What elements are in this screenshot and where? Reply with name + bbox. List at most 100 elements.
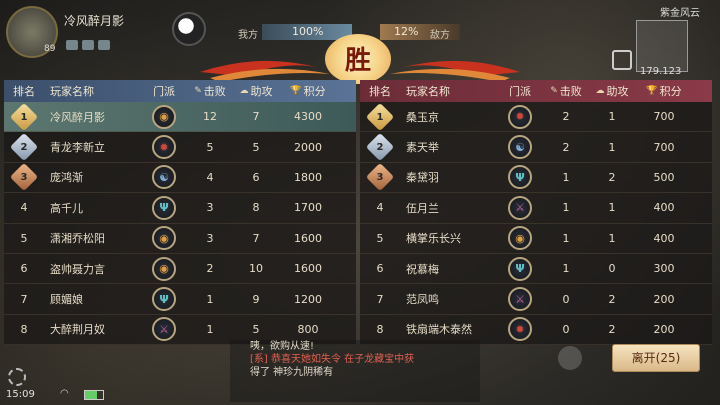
exit-icon[interactable] <box>612 50 632 70</box>
our-side-label: 我方 <box>238 30 258 41</box>
kills-cell: 1 <box>562 170 570 184</box>
score-icon: 🏆 <box>646 86 658 96</box>
meditate-icon[interactable] <box>558 346 582 370</box>
player-row[interactable]: 7 范凤鸣 ⚔ 0 2 200 <box>360 284 712 315</box>
player-row[interactable]: 3 秦黛羽 Ψ 1 2 500 <box>360 162 712 194</box>
zone-name: 紫金风云 <box>660 8 700 19</box>
clock: 15:09 <box>6 389 35 400</box>
player-name-cell: 大醉荆月奴 <box>50 323 105 337</box>
score-cell: 4300 <box>294 110 322 124</box>
header-kills-label: 击败 <box>203 85 226 98</box>
header-score-label: 积分 <box>303 85 326 98</box>
rank-value: 8 <box>20 322 28 336</box>
assists-cell: 9 <box>252 292 260 306</box>
rank-value: 7 <box>20 292 28 306</box>
player-row[interactable]: 4 伍月兰 ⚔ 1 1 400 <box>360 193 712 224</box>
rank-value: 6 <box>20 262 28 276</box>
header-score: 🏆 积分 <box>278 83 338 99</box>
player-name-cell: 横掌乐长兴 <box>406 232 461 246</box>
score-cell: 2000 <box>294 140 322 154</box>
sect-yinyang-icon: ☯ <box>508 135 532 160</box>
player-row[interactable]: 5 横掌乐长兴 ◉ 1 1 400 <box>360 223 712 254</box>
rank-cell: 7 <box>360 293 400 306</box>
player-row[interactable]: 6 盗帅聂力言 ◉ 2 10 1600 <box>4 253 356 285</box>
kills-cell: 4 <box>206 170 214 184</box>
player-row[interactable]: 1 冷风醉月影 ◉ 12 7 4300 <box>4 102 356 133</box>
rank-value: 8 <box>376 322 384 336</box>
chat-line: [系] 恭喜天她如失令 在子龙藏宝中获 <box>250 354 415 365</box>
assists-cell: 7 <box>252 110 260 124</box>
sect-sun-icon: ◉ <box>152 226 176 251</box>
player-name-cell: 素天举 <box>406 141 439 155</box>
player-name-cell: 庞鸿渐 <box>50 171 83 185</box>
player-row[interactable]: 3 庞鸿渐 ☯ 4 6 1800 <box>4 162 356 194</box>
header-assists: ☁ 助攻 <box>234 83 278 99</box>
rank-value: 1 <box>20 111 28 123</box>
header-assists-label: 助攻 <box>250 85 273 98</box>
kills-cell: 1 <box>562 201 570 215</box>
player-name-cell: 高千儿 <box>50 201 83 215</box>
player-row[interactable]: 2 素天举 ☯ 2 1 700 <box>360 132 712 163</box>
header-sect-label: 门派 <box>153 85 175 98</box>
our-team-table: 排名 玩家名称 门派 ✎ 击败 ☁ 助攻 🏆 积分 1 冷风醉月影 ◉ 12 7 4300 2 青龙李新立 ✹ 5 5… <box>4 80 356 346</box>
sect-cell: ◉ <box>142 256 186 281</box>
rank-medal-icon: 1 <box>9 102 39 131</box>
wifi-icon: ◠ <box>60 388 69 399</box>
target-avatar[interactable] <box>172 12 206 46</box>
score-cell: 1700 <box>294 201 322 215</box>
buff-icon[interactable] <box>82 40 94 50</box>
sect-cell: ☯ <box>498 135 542 160</box>
assists-cell: 2 <box>608 322 616 336</box>
player-row[interactable]: 4 高千儿 Ψ 3 8 1700 <box>4 193 356 224</box>
kills-cell: 5 <box>206 140 214 154</box>
buff-icon[interactable] <box>66 40 78 50</box>
rank-value: 2 <box>20 141 28 153</box>
leave-button[interactable]: 离开(25) <box>612 344 700 372</box>
rank-medal-icon: 2 <box>9 132 39 162</box>
player-row[interactable]: 2 青龙李新立 ✹ 5 5 2000 <box>4 132 356 163</box>
sect-flame-icon: ✹ <box>508 104 532 129</box>
minimap[interactable] <box>636 20 688 72</box>
player-name-cell: 桑玉京 <box>406 110 439 124</box>
rank-medal-icon: 2 <box>365 132 395 162</box>
rank-cell: 4 <box>4 201 44 214</box>
score-cell: 400 <box>653 231 675 245</box>
score-cell: 800 <box>297 322 319 336</box>
sect-trident-icon: Ψ <box>152 287 176 312</box>
kills-icon: ✎ <box>550 86 558 96</box>
player-level: 89 <box>44 44 56 54</box>
player-row[interactable]: 6 祝慕梅 Ψ 1 0 300 <box>360 253 712 285</box>
kills-icon: ✎ <box>194 86 202 96</box>
assists-cell: 1 <box>608 231 616 245</box>
rank-cell: 6 <box>360 262 400 275</box>
player-row[interactable]: 1 桑玉京 ✹ 2 1 700 <box>360 102 712 133</box>
header-assists: ☁ 助攻 <box>590 83 634 99</box>
rank-cell: 3 <box>4 163 44 192</box>
sect-flame-icon: ✹ <box>152 135 176 160</box>
score-cell: 700 <box>653 110 675 124</box>
buff-icon[interactable] <box>98 40 110 50</box>
header-name-label: 玩家名称 <box>406 85 450 98</box>
chat-panel[interactable]: 咦，欲购从速! [系] 恭喜天她如失令 在子龙藏宝中获 得了 神珍九阴稀有 <box>230 340 480 402</box>
score-cell: 200 <box>653 322 675 336</box>
kills-cell: 3 <box>206 201 214 215</box>
header-sect: 门派 <box>498 83 542 99</box>
player-name-cell: 顾媚娘 <box>50 293 83 307</box>
header-kills: ✎ 击败 <box>186 83 234 99</box>
sect-cell: Ψ <box>142 195 186 220</box>
settings-gear-icon[interactable] <box>8 368 26 386</box>
sect-cell: ⚔ <box>142 317 186 342</box>
kills-cell: 0 <box>562 292 570 306</box>
player-row[interactable]: 5 潇湘乔松阳 ◉ 3 7 1600 <box>4 223 356 254</box>
player-name-cell: 祝慕梅 <box>406 262 439 276</box>
header-name-label: 玩家名称 <box>50 85 94 98</box>
sect-cell: Ψ <box>498 256 542 281</box>
player-row[interactable]: 7 顾媚娘 Ψ 1 9 1200 <box>4 284 356 315</box>
assists-cell: 8 <box>252 201 260 215</box>
sect-cell: ✹ <box>142 135 186 160</box>
sect-cell: ✹ <box>498 104 542 129</box>
sect-cell: Ψ <box>142 287 186 312</box>
kills-cell: 2 <box>562 140 570 154</box>
kills-cell: 12 <box>203 110 217 124</box>
header-name: 玩家名称 <box>400 83 498 99</box>
